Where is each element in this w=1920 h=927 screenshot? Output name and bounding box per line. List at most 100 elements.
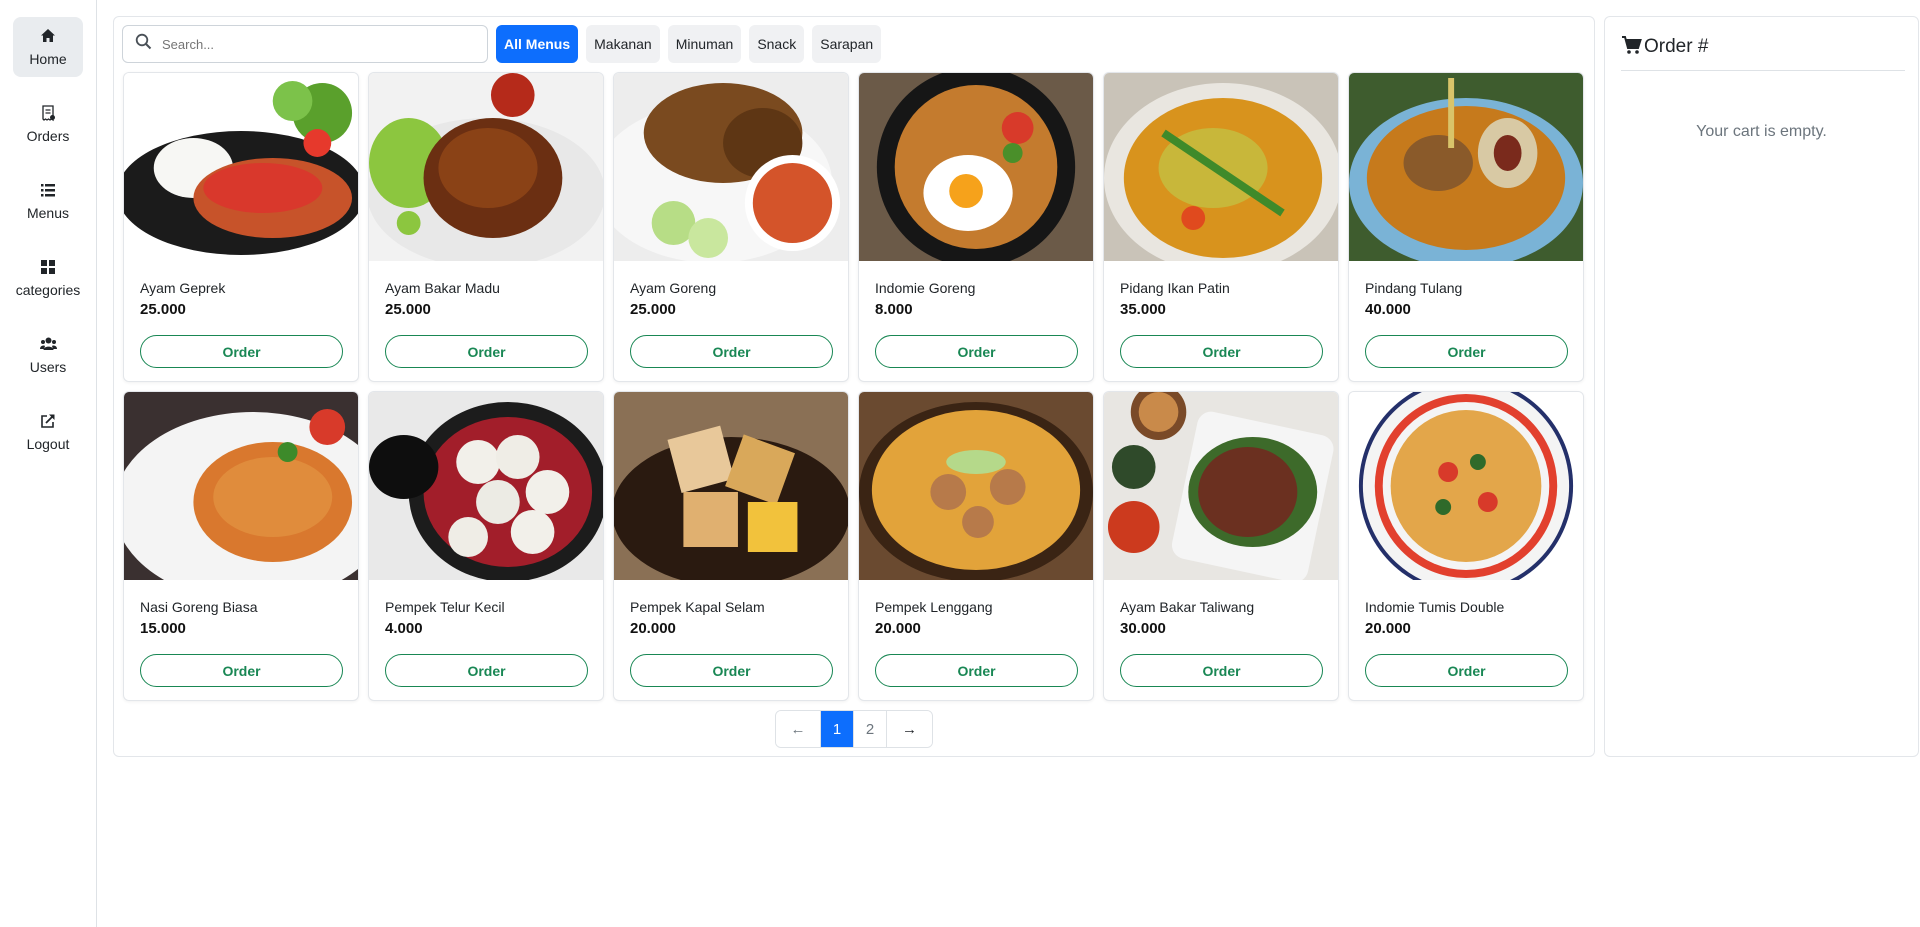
menu-card: Pempek Kapal Selam 20.000 Order — [613, 391, 849, 701]
search-icon — [135, 33, 152, 55]
logout-icon — [39, 412, 57, 430]
filter-sarapan[interactable]: Sarapan — [812, 25, 882, 63]
sidebar-item-categories[interactable]: categories — [13, 248, 83, 308]
menu-item-price: 20.000 — [630, 620, 676, 637]
order-button[interactable]: Order — [1120, 335, 1323, 368]
cart-empty-message: Your cart is empty. — [1696, 123, 1827, 140]
order-button[interactable]: Order — [385, 335, 588, 368]
cart-panel: Order # Your cart is empty. — [1604, 16, 1919, 757]
cart-title: Order # — [1644, 36, 1709, 57]
food-image — [369, 73, 603, 261]
receipt-icon — [39, 104, 57, 122]
sidebar-item-label: Orders — [26, 128, 70, 144]
menu-card: Indomie Tumis Double 20.000 Order — [1348, 391, 1584, 701]
search-box[interactable] — [122, 25, 488, 63]
users-icon — [39, 335, 57, 353]
menu-item-name: Pempek Lenggang — [875, 599, 993, 615]
menu-item-name: Indomie Tumis Double — [1365, 599, 1505, 615]
menu-item-price: 25.000 — [630, 301, 676, 318]
food-image — [614, 392, 848, 580]
menu-item-name: Pindang Tulang — [1365, 280, 1463, 296]
menu-item-name: Ayam Bakar Madu — [385, 280, 500, 296]
grid-icon — [39, 258, 57, 276]
menu-item-price: 15.000 — [140, 620, 186, 637]
sidebar-item-home[interactable]: Home — [13, 17, 83, 77]
menu-item-price: 25.000 — [385, 301, 431, 318]
filter-snack[interactable]: Snack — [749, 25, 805, 63]
menu-item-name: Ayam Goreng — [630, 280, 717, 296]
menu-item-price: 4.000 — [385, 620, 423, 637]
pagination: ← 1 2 → — [775, 710, 933, 748]
filter-all-menus[interactable]: All Menus — [496, 25, 579, 63]
menu-item-name: Nasi Goreng Biasa — [140, 599, 258, 615]
menu-panel: All Menus Makanan Minuman Snack Sarapan … — [113, 16, 1595, 757]
menu-card: Ayam Bakar Taliwang 30.000 Order — [1103, 391, 1339, 701]
menu-item-name: Indomie Goreng — [875, 280, 976, 296]
menu-card: Ayam Goreng 25.000 Order — [613, 72, 849, 382]
menu-item-price: 40.000 — [1365, 301, 1411, 318]
order-button[interactable]: Order — [140, 654, 343, 687]
sidebar-item-label: Menus — [26, 205, 70, 221]
menu-card: Pempek Lenggang 20.000 Order — [858, 391, 1094, 701]
previous-page-button[interactable]: ← — [776, 711, 821, 747]
search-input[interactable] — [162, 36, 462, 52]
home-icon — [39, 27, 57, 45]
toolbar: All Menus Makanan Minuman Snack Sarapan — [122, 25, 889, 63]
food-image — [1349, 73, 1583, 261]
menu-item-price: 8.000 — [875, 301, 913, 318]
order-button[interactable]: Order — [875, 335, 1078, 368]
sidebar-item-menus[interactable]: Menus — [13, 171, 83, 231]
menu-card: Ayam Bakar Madu 25.000 Order — [368, 72, 604, 382]
menu-card: Nasi Goreng Biasa 15.000 Order — [123, 391, 359, 701]
menu-item-name: Ayam Geprek — [140, 280, 226, 296]
order-button[interactable]: Order — [385, 654, 588, 687]
sidebar-item-label: Logout — [26, 436, 70, 452]
list-icon — [39, 181, 57, 199]
menu-card: Ayam Geprek 25.000 Order — [123, 72, 359, 382]
menu-item-price: 25.000 — [140, 301, 186, 318]
sidebar-item-users[interactable]: Users — [13, 325, 83, 385]
menu-item-name: Ayam Bakar Taliwang — [1120, 599, 1255, 615]
menu-item-price: 30.000 — [1120, 620, 1166, 637]
order-button[interactable]: Order — [875, 654, 1078, 687]
food-image — [369, 392, 603, 580]
cart-header: Order # — [1621, 35, 1905, 71]
filter-makanan[interactable]: Makanan — [586, 25, 660, 63]
order-button[interactable]: Order — [630, 335, 833, 368]
menu-item-name: Pidang Ikan Patin — [1120, 280, 1230, 296]
food-image — [614, 73, 848, 261]
menu-card: Indomie Goreng 8.000 Order — [858, 72, 1094, 382]
order-button[interactable]: Order — [1365, 654, 1568, 687]
menu-item-price: 20.000 — [875, 620, 921, 637]
menu-item-price: 20.000 — [1365, 620, 1411, 637]
filter-minuman[interactable]: Minuman — [667, 25, 742, 63]
order-button[interactable]: Order — [1365, 335, 1568, 368]
food-image — [124, 392, 358, 580]
sidebar-item-orders[interactable]: Orders — [13, 94, 83, 154]
sidebar-item-logout[interactable]: Logout — [13, 402, 83, 462]
menu-item-name: Pempek Kapal Selam — [630, 599, 765, 615]
cart-icon — [1621, 35, 1642, 60]
sidebar: Home Orders Menus categories Users Logou… — [0, 0, 97, 927]
sidebar-item-label: Users — [29, 359, 67, 375]
food-image — [859, 73, 1093, 261]
food-image — [1349, 392, 1583, 580]
order-button[interactable]: Order — [630, 654, 833, 687]
page-2-button[interactable]: 2 — [854, 711, 887, 747]
food-image — [1104, 392, 1338, 580]
food-image — [124, 73, 358, 261]
order-button[interactable]: Order — [140, 335, 343, 368]
menu-item-price: 35.000 — [1120, 301, 1166, 318]
page-1-button[interactable]: 1 — [821, 711, 854, 747]
food-image — [859, 392, 1093, 580]
menu-card: Pindang Tulang 40.000 Order — [1348, 72, 1584, 382]
sidebar-item-label: categories — [15, 282, 81, 298]
menu-card: Pempek Telur Kecil 4.000 Order — [368, 391, 604, 701]
order-button[interactable]: Order — [1120, 654, 1323, 687]
next-page-button[interactable]: → — [887, 711, 932, 747]
menu-card: Pidang Ikan Patin 35.000 Order — [1103, 72, 1339, 382]
sidebar-item-label: Home — [29, 51, 67, 67]
food-image — [1104, 73, 1338, 261]
menu-item-name: Pempek Telur Kecil — [385, 599, 505, 615]
menu-grid: Ayam Geprek 25.000 Order Ayam Bakar Madu… — [123, 72, 1584, 701]
